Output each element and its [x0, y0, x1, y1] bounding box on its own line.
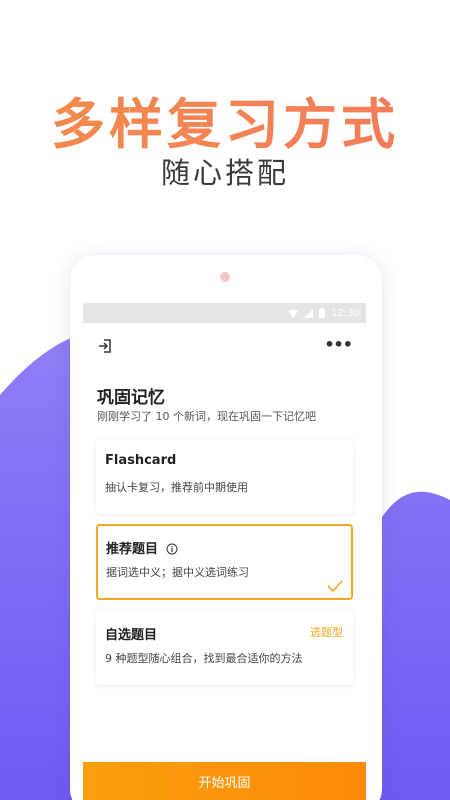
- info-icon[interactable]: [166, 543, 178, 555]
- exit-icon[interactable]: [97, 338, 113, 354]
- battery-icon: [319, 308, 326, 318]
- option-description: 9 种题型随心组合，找到最合适你的方法: [105, 652, 303, 665]
- page-title: 巩固记忆: [97, 388, 165, 408]
- status-bar: 12:30: [83, 303, 366, 323]
- choose-question-types-link[interactable]: 选题型: [310, 624, 343, 640]
- more-dots-icon[interactable]: •••: [324, 335, 353, 354]
- option-custom[interactable]: 自选题目 选题型 9 种题型随心组合，找到最合适你的方法: [96, 610, 353, 685]
- check-icon: [327, 580, 343, 592]
- camera-dot: [220, 272, 230, 282]
- option-title: Flashcard: [105, 453, 177, 468]
- option-title: 推荐题目: [106, 542, 159, 557]
- status-time: 12:30: [331, 307, 360, 319]
- promo-headline: 多样复习方式: [0, 80, 450, 159]
- option-title: 自选题目: [105, 628, 158, 643]
- start-review-button[interactable]: 开始巩固: [83, 762, 366, 800]
- option-flashcard[interactable]: Flashcard 抽认卡复习，推荐前中期使用: [96, 439, 353, 514]
- option-description: 抽认卡复习，推荐前中期使用: [105, 481, 248, 494]
- wifi-icon: [288, 308, 299, 318]
- signal-icon: [304, 308, 314, 318]
- option-title-row: 推荐题目: [106, 538, 178, 557]
- app-screen: ••• 巩固记忆 刚刚学习了 10 个新词，现在巩固一下记忆吧 Flashcar…: [83, 323, 366, 800]
- page-description: 刚刚学习了 10 个新词，现在巩固一下记忆吧: [97, 410, 316, 423]
- promo-subheadline: 随心搭配: [160, 156, 289, 190]
- option-description: 据词选中义；据中义选词练习: [106, 566, 249, 579]
- option-recommended[interactable]: 推荐题目 据词选中义；据中义选词练习: [96, 524, 353, 600]
